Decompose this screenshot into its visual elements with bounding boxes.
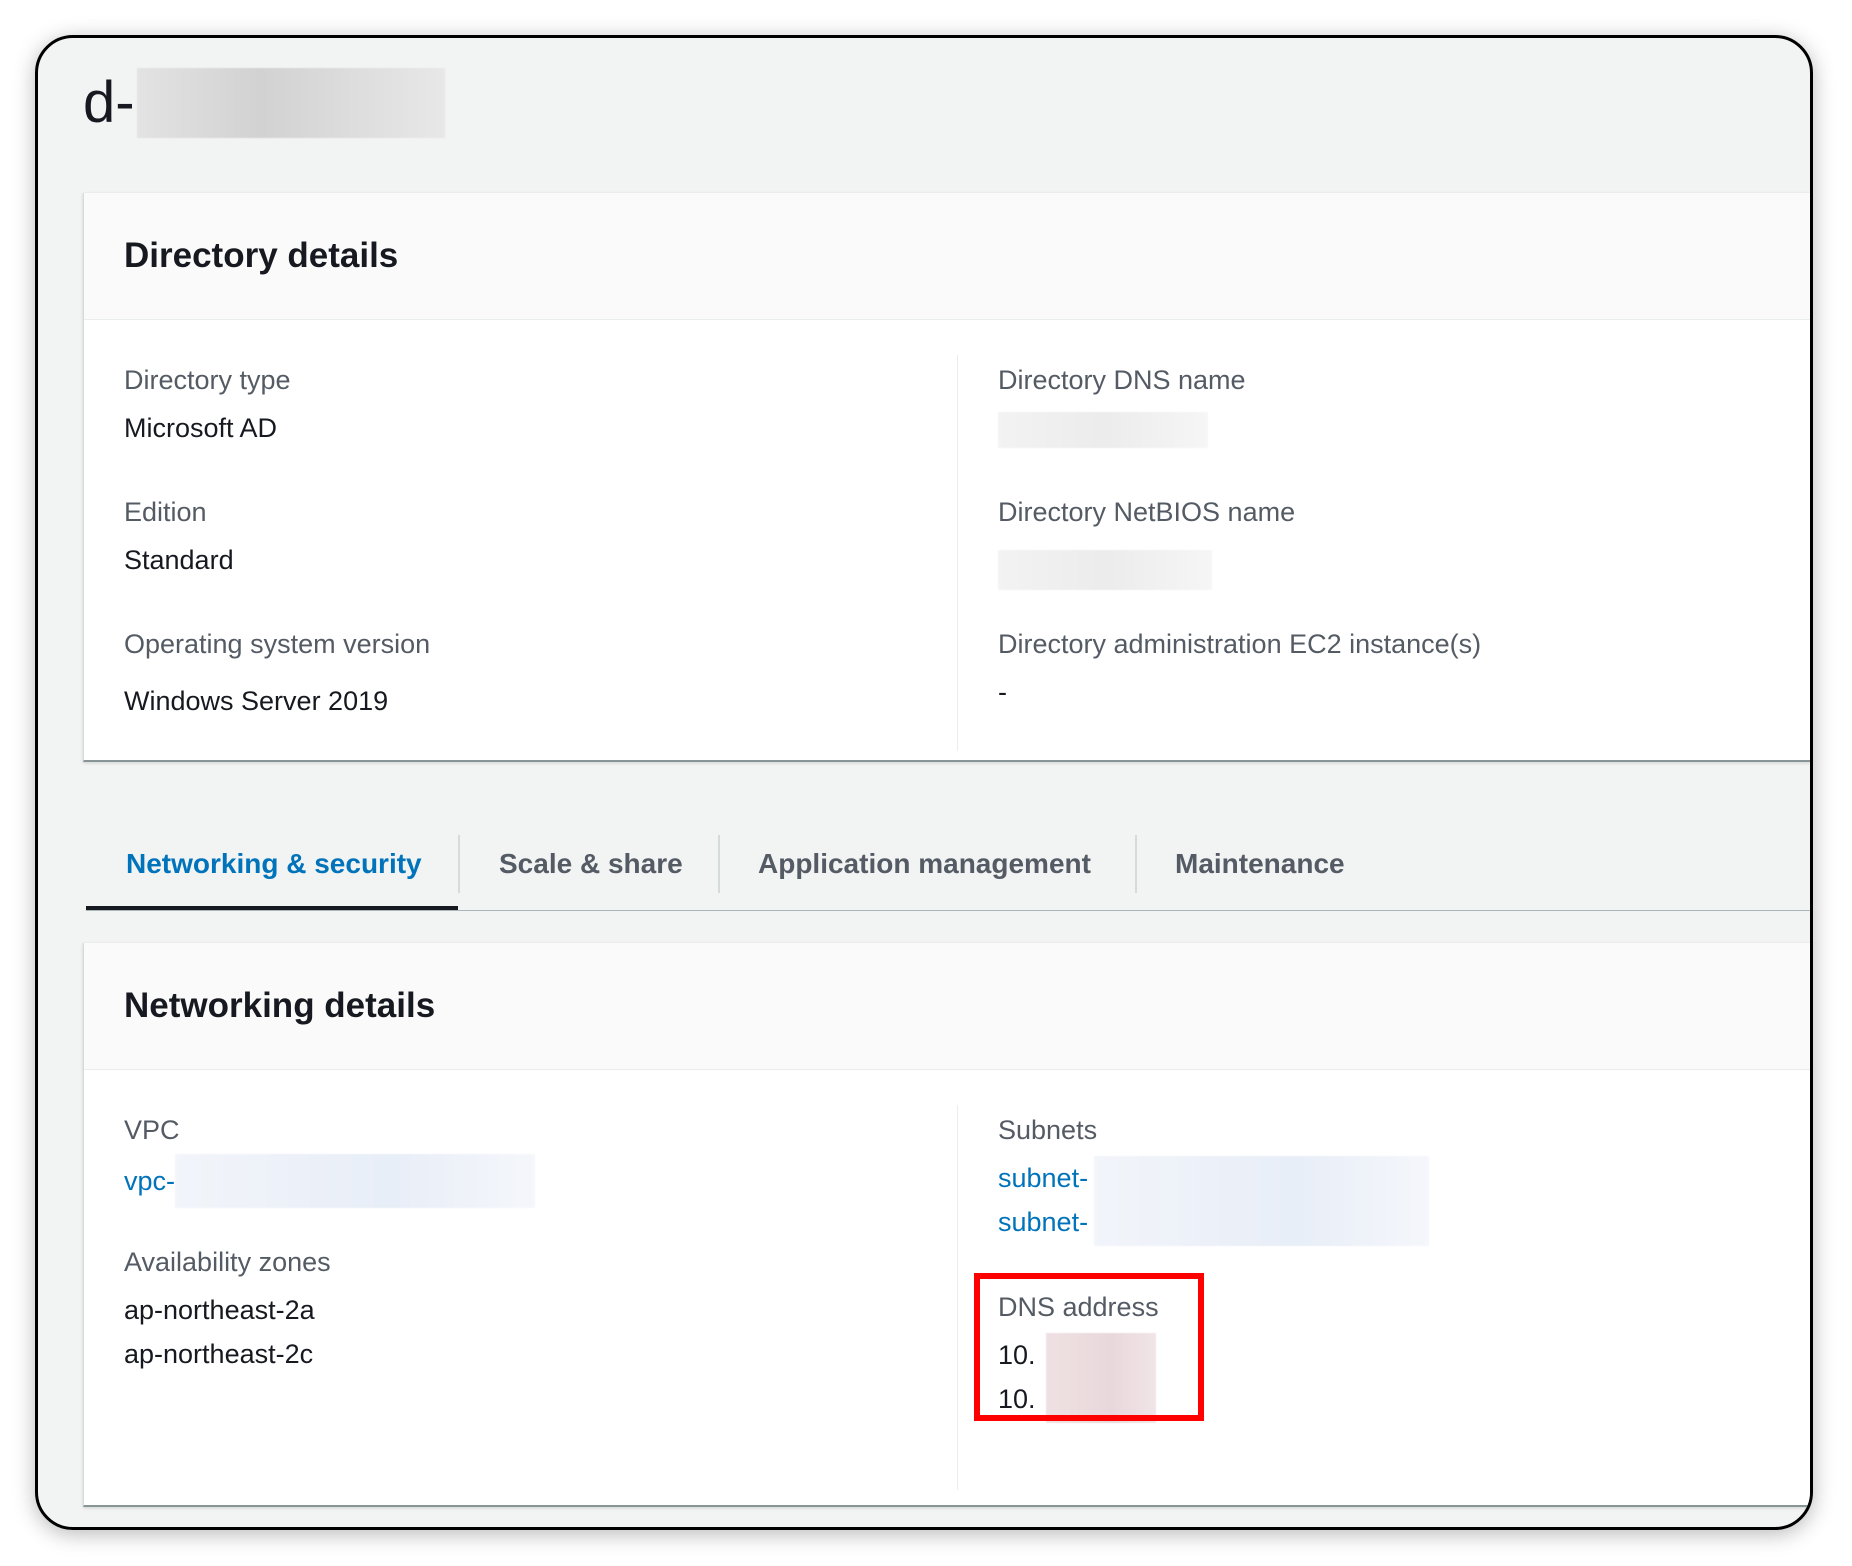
- os-version-label: Operating system version: [124, 629, 431, 659]
- networking-details-body: VPC vpc- Availability zones ap-northeast…: [84, 1070, 1810, 1503]
- admin-instances-value: -: [998, 677, 1007, 707]
- directory-type-value: Microsoft AD: [124, 413, 278, 443]
- admin-instances-label: Directory administration EC2 instance(s): [998, 629, 1482, 659]
- tab-maintenance[interactable]: Maintenance: [1175, 818, 1345, 910]
- directory-details-body: Directory type Microsoft AD Edition Stan…: [84, 320, 1810, 758]
- subnet-link-text: subnet-: [998, 1163, 1089, 1193]
- redacted-netbios-name: [998, 550, 1212, 590]
- directory-details-header: Directory details: [84, 193, 1810, 320]
- networking-details-panel: Networking details VPC vpc- Availability…: [83, 943, 1810, 1507]
- vpc-link[interactable]: vpc-: [124, 1154, 536, 1208]
- availability-zone-value: ap-northeast-2a: [124, 1295, 315, 1325]
- subnet-link[interactable]: subnet-: [998, 1163, 1088, 1194]
- vpc-link-text: vpc-: [124, 1165, 176, 1196]
- redacted-vpc-id: [175, 1154, 536, 1208]
- tab-separator: [1135, 835, 1137, 893]
- redacted-dns-name: [998, 412, 1208, 448]
- directory-id-text: d-: [83, 70, 135, 135]
- browser-frame: d- Directory details Directory type Micr…: [35, 35, 1813, 1530]
- column-divider: [957, 355, 958, 751]
- column-divider: [957, 1105, 958, 1490]
- dns-address-highlight-box: [974, 1273, 1204, 1421]
- edition-value: Standard: [124, 545, 234, 575]
- subnet-link-text: subnet-: [998, 1207, 1089, 1237]
- tab-separator: [718, 835, 720, 893]
- networking-details-heading: Networking details: [124, 986, 436, 1025]
- tab-networking-security[interactable]: Networking & security: [126, 818, 422, 910]
- edition-label: Edition: [124, 497, 207, 527]
- tab-application-management[interactable]: Application management: [758, 818, 1091, 910]
- tab-separator: [458, 835, 460, 893]
- subnet-link[interactable]: subnet-: [998, 1207, 1088, 1238]
- directory-details-heading: Directory details: [124, 236, 399, 275]
- page-title: d-: [83, 68, 445, 138]
- vpc-label: VPC: [124, 1115, 180, 1145]
- availability-zone-value: ap-northeast-2c: [124, 1339, 314, 1369]
- tab-bar: Networking & security Scale & share Appl…: [86, 818, 1810, 911]
- subnets-label: Subnets: [998, 1115, 1098, 1145]
- networking-details-header: Networking details: [84, 943, 1810, 1070]
- dns-name-label: Directory DNS name: [998, 365, 1246, 395]
- tab-scale-share[interactable]: Scale & share: [499, 818, 683, 910]
- netbios-label: Directory NetBIOS name: [998, 497, 1296, 527]
- redacted-subnet-ids: [1094, 1156, 1429, 1246]
- active-tab-indicator: [86, 906, 458, 910]
- redacted-directory-id: [136, 68, 445, 138]
- directory-type-label: Directory type: [124, 365, 291, 395]
- os-version-value: Windows Server 2019: [124, 686, 389, 716]
- availability-zones-label: Availability zones: [124, 1247, 331, 1277]
- directory-details-panel: Directory details Directory type Microso…: [83, 193, 1810, 762]
